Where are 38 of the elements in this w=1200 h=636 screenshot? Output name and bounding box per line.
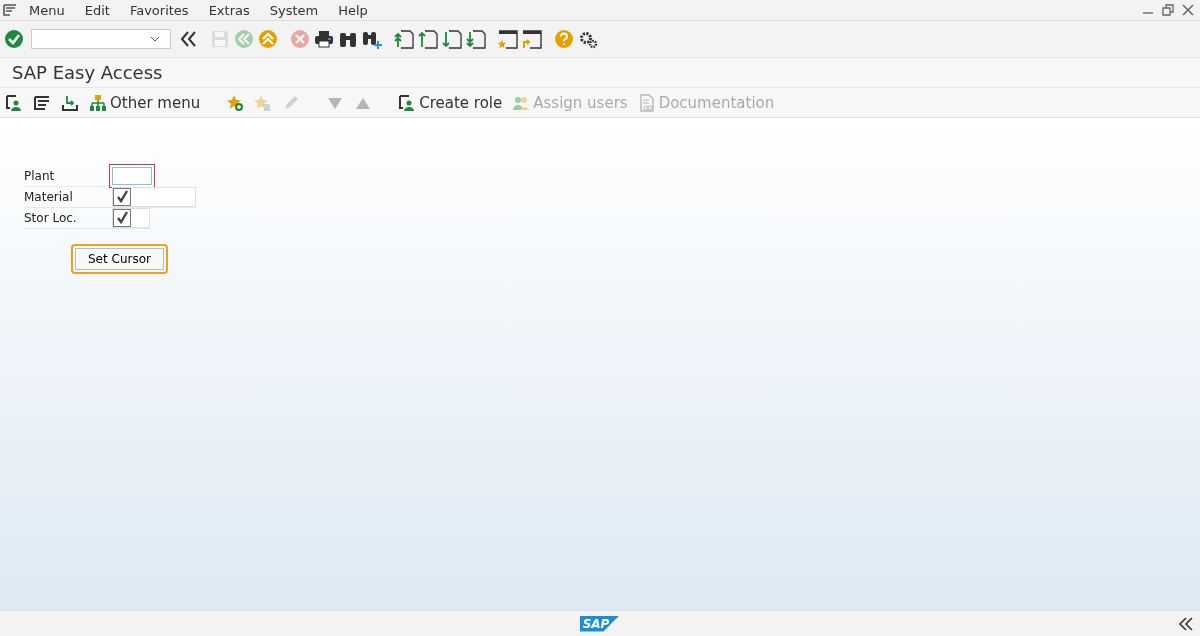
page-down-icon[interactable] (441, 28, 463, 50)
double-chevron-icon[interactable] (1178, 616, 1194, 631)
menu-item[interactable]: Edit (84, 2, 110, 18)
close-icon[interactable] (1182, 4, 1194, 16)
window-star-icon[interactable] (497, 28, 519, 50)
menu-item[interactable]: Favorites (129, 2, 189, 18)
field-label: Stor Loc. (24, 211, 78, 225)
check-icon[interactable] (3, 28, 25, 50)
field-label: Plant (24, 169, 56, 183)
page-up-icon[interactable] (417, 28, 439, 50)
document-icon (637, 93, 656, 112)
screen-title: SAP Easy Access (0, 58, 1200, 88)
role-icon[interactable] (5, 93, 23, 112)
sap-logo: SAP (579, 615, 620, 632)
menu-item[interactable]: System (269, 2, 319, 18)
tray-arrow-icon[interactable] (61, 93, 79, 112)
role-icon (398, 93, 417, 112)
page-up-icon[interactable] (393, 28, 415, 50)
command-field[interactable] (31, 29, 171, 49)
menu-icon[interactable] (3, 4, 17, 16)
menu-item[interactable]: Menu (29, 2, 65, 18)
checkbox[interactable] (113, 188, 131, 206)
field-label: Material (24, 190, 74, 204)
window-arrow-icon[interactable] (521, 28, 543, 50)
print-icon[interactable] (313, 28, 335, 50)
set-cursor-button[interactable]: Set Cursor (75, 248, 164, 270)
toolbar-button[interactable]: Create role (398, 93, 503, 112)
menu-list-icon[interactable] (33, 93, 51, 112)
page-down-icon[interactable] (465, 28, 487, 50)
input-field[interactable] (112, 167, 152, 185)
checkbox[interactable] (113, 209, 131, 227)
star-plus-icon[interactable] (226, 93, 245, 112)
menu-item[interactable]: Help (338, 2, 368, 18)
dropdown-icon[interactable] (150, 36, 160, 42)
restore-icon[interactable] (1162, 4, 1174, 16)
hierarchy-icon (89, 93, 107, 112)
menu-item[interactable]: Extras (208, 2, 250, 18)
toolbar-button[interactable]: Other menu (89, 93, 201, 112)
